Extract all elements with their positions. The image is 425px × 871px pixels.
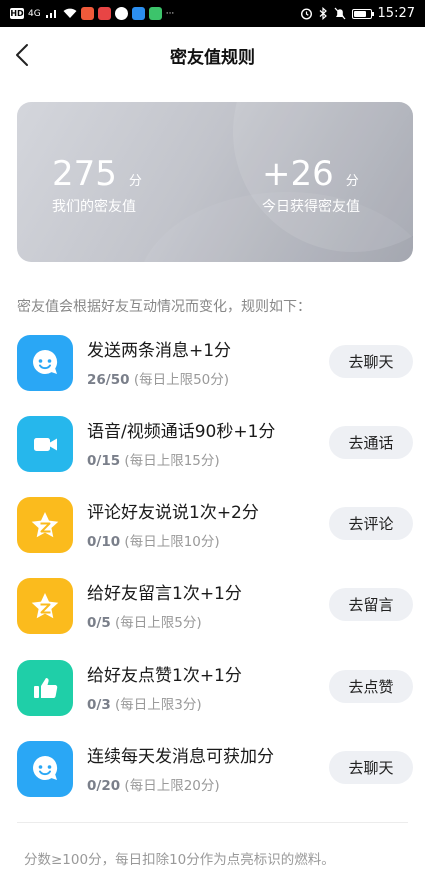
nav-bar: 密友值规则 xyxy=(0,27,425,83)
app-notification-icon xyxy=(131,7,145,20)
page-title: 密友值规则 xyxy=(170,47,255,68)
rule-progress: 0/5 xyxy=(87,615,111,631)
rule-progress: 0/20 xyxy=(87,778,121,794)
app-notification-icon xyxy=(80,7,94,20)
today-score-label: 今日获得密友值 xyxy=(262,199,360,215)
go-chat-button[interactable]: 去聊天 xyxy=(329,345,413,378)
score-card: 275 分 我们的密友值 +26 分 今日获得密友值 xyxy=(17,102,413,262)
star-icon xyxy=(31,512,59,538)
video-camera-icon xyxy=(34,438,57,451)
rule-title: 评论好友说说1次+2分 xyxy=(87,503,259,523)
rule-progress-line: 0/10 (每日上限10分) xyxy=(87,530,220,550)
signal-icon xyxy=(45,10,56,18)
chat-bubble-icon xyxy=(33,755,58,780)
rule-title: 给好友留言1次+1分 xyxy=(87,584,242,604)
rule-progress-line: 0/5 (每日上限5分) xyxy=(87,611,202,631)
rule-icon-box xyxy=(17,497,73,553)
app-notification-icon xyxy=(114,7,128,20)
mute-icon xyxy=(334,7,346,20)
alarm-icon xyxy=(300,8,312,20)
divider xyxy=(17,822,408,823)
app-notification-icon xyxy=(148,7,162,20)
go-like-button[interactable]: 去点赞 xyxy=(329,670,413,703)
go-chat-button[interactable]: 去聊天 xyxy=(329,751,413,784)
rule-limit: (每日上限3分) xyxy=(115,697,202,713)
hd-badge: HD xyxy=(10,8,24,19)
rule-limit: (每日上限10分) xyxy=(124,534,220,550)
total-score-value: 275 xyxy=(52,154,117,194)
rule-item: 发送两条消息+1分 26/50 (每日上限50分) 去聊天 xyxy=(0,330,425,391)
network-type: 4G xyxy=(28,8,41,19)
total-score-label: 我们的密友值 xyxy=(52,199,136,215)
chat-bubble-icon xyxy=(33,349,58,374)
clock: 15:27 xyxy=(377,6,415,21)
rule-limit: (每日上限5分) xyxy=(115,615,202,631)
today-score-unit: 分 xyxy=(345,174,359,189)
today-score-value: +26 xyxy=(262,154,334,194)
go-comment-button[interactable]: 去评论 xyxy=(329,507,413,540)
rule-limit: (每日上限20分) xyxy=(124,778,220,794)
rule-item: 评论好友说说1次+2分 0/10 (每日上限10分) 去评论 xyxy=(0,492,425,553)
rule-item: 语音/视频通话90秒+1分 0/15 (每日上限15分) 去通话 xyxy=(0,411,425,472)
rule-title: 给好友点赞1次+1分 xyxy=(87,666,242,686)
total-score-unit: 分 xyxy=(128,174,142,189)
app-notification-icon xyxy=(97,7,111,20)
status-bar: HD 4G ··· 15:27 xyxy=(0,0,425,27)
rule-progress: 0/15 xyxy=(87,453,121,469)
back-button[interactable] xyxy=(6,39,38,71)
rule-limit: (每日上限15分) xyxy=(124,453,220,469)
footer-note: 分数≥100分，每日扣除10分作为点亮标识的燃料。 xyxy=(24,852,335,868)
rule-icon-box xyxy=(17,578,73,634)
more-notifications: ··· xyxy=(165,8,175,19)
rule-icon-box xyxy=(17,660,73,716)
rule-title: 发送两条消息+1分 xyxy=(87,341,232,361)
today-score: +26 分 今日获得密友值 xyxy=(262,154,360,216)
rule-limit: (每日上限50分) xyxy=(133,372,230,388)
rule-item: 给好友留言1次+1分 0/5 (每日上限5分) 去留言 xyxy=(0,573,425,634)
rule-progress-line: 0/20 (每日上限20分) xyxy=(87,774,220,794)
rule-progress: 26/50 xyxy=(87,372,130,388)
rule-progress: 0/3 xyxy=(87,697,111,713)
rule-icon-box xyxy=(17,335,73,391)
wifi-icon xyxy=(63,8,77,18)
go-call-button[interactable]: 去通话 xyxy=(329,426,413,459)
rule-title: 连续每天发消息可获加分 xyxy=(87,747,274,767)
rule-progress: 0/10 xyxy=(87,534,121,550)
rule-progress-line: 26/50 (每日上限50分) xyxy=(87,368,229,388)
chevron-left-icon xyxy=(16,44,28,66)
thumbs-up-icon xyxy=(34,678,58,699)
rule-title: 语音/视频通话90秒+1分 xyxy=(87,422,276,442)
bluetooth-icon xyxy=(319,7,327,20)
rule-item: 给好友点赞1次+1分 0/3 (每日上限3分) 去点赞 xyxy=(0,655,425,716)
rule-item: 连续每天发消息可获加分 0/20 (每日上限20分) 去聊天 xyxy=(0,736,425,797)
go-message-button[interactable]: 去留言 xyxy=(329,588,413,621)
rule-progress-line: 0/15 (每日上限15分) xyxy=(87,449,220,469)
rule-icon-box xyxy=(17,741,73,797)
rules-intro: 密友值会根据好友互动情况而变化，规则如下： xyxy=(17,299,311,315)
total-score: 275 分 我们的密友值 xyxy=(52,154,142,216)
rule-progress-line: 0/3 (每日上限3分) xyxy=(87,693,202,713)
battery-icon xyxy=(351,8,374,19)
rule-icon-box xyxy=(17,416,73,472)
star-icon xyxy=(31,593,59,619)
